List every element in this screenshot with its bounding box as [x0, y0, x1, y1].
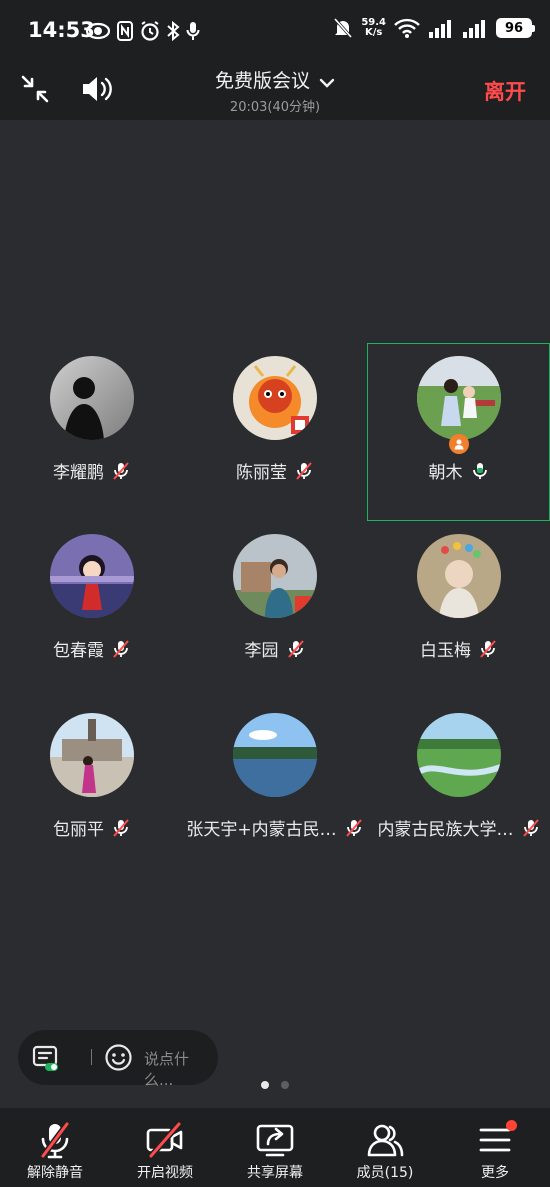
participant-name-row: 内蒙古民族大学…: [367, 815, 550, 840]
participant-name-row: 李耀鹏: [0, 458, 183, 483]
status-right-icons: 59.4 K/s 96: [333, 17, 535, 39]
mic-muted-icon: [113, 639, 129, 658]
emoji-icon[interactable]: [104, 1043, 133, 1072]
notification-dot: [506, 1120, 517, 1131]
mic-muted-icon: [480, 639, 496, 658]
net-speed: 59.4 K/s: [361, 18, 386, 38]
participant-name: 陈丽莹: [236, 463, 287, 483]
mic-muted-icon: [113, 818, 129, 837]
mic-muted-icon: [296, 461, 312, 480]
avatar: [232, 534, 317, 618]
meeting-title-area[interactable]: 免费版会议 20:03(40分钟): [0, 66, 550, 115]
unmute-button[interactable]: 解除静音: [0, 1108, 110, 1187]
more-label: 更多: [481, 1165, 509, 1181]
avatar: [49, 356, 134, 440]
battery-indicator: 96: [496, 18, 535, 38]
participant-name: 张天宇+内蒙古民…: [186, 820, 337, 840]
participant-name: 内蒙古民族大学…: [377, 820, 514, 840]
avatar: [416, 534, 501, 618]
participant-tile-active-speaker[interactable]: 朝木: [367, 343, 550, 521]
participant-name-row: 陈丽莹: [183, 458, 366, 483]
signal-icon: [429, 20, 451, 38]
participant-name-row: 包丽平: [0, 815, 183, 840]
participant-name: 包春霞: [53, 641, 104, 661]
bluetooth-icon: [167, 20, 180, 42]
net-speed-unit: K/s: [364, 27, 383, 38]
person-icon: [454, 439, 463, 450]
mic-status-icon: [186, 22, 200, 40]
participant-name-row: 朝木: [368, 458, 549, 483]
video-off-icon: [146, 1122, 183, 1158]
mic-muted-icon: [522, 818, 539, 837]
participant-name: 朝木: [428, 463, 463, 483]
bell-muted-icon: [334, 18, 353, 38]
participant-tile[interactable]: 李耀鹏: [0, 344, 183, 522]
avatar: [416, 356, 501, 440]
page-dot[interactable]: [281, 1081, 289, 1089]
chat-input-bar[interactable]: 说点什么...: [18, 1030, 218, 1089]
members-button[interactable]: 成员(15): [330, 1108, 440, 1187]
page-indicator: [0, 1081, 550, 1089]
participant-name-row: 白玉梅: [367, 636, 550, 661]
participant-name: 包丽平: [53, 820, 104, 840]
wifi-icon: [394, 18, 420, 38]
status-bar: 14:53 59.4 K/s 96: [0, 0, 550, 62]
meeting-duration: 20:03(40分钟): [229, 100, 321, 115]
mic-muted-icon: [113, 461, 129, 480]
meeting-title[interactable]: 免费版会议: [215, 70, 310, 92]
leave-button[interactable]: 离开: [484, 76, 526, 106]
participant-name-row: 李园: [183, 636, 366, 661]
page-dot-current[interactable]: [261, 1081, 269, 1089]
mic-muted-icon: [40, 1122, 70, 1159]
participant-tile[interactable]: 包春霞: [0, 522, 183, 700]
mic-muted-icon: [345, 818, 362, 837]
share-screen-label: 共享屏幕: [247, 1165, 303, 1181]
unmute-label: 解除静音: [27, 1165, 83, 1181]
members-icon: [367, 1124, 404, 1157]
mic-muted-icon: [287, 639, 304, 658]
start-video-button[interactable]: 开启视频: [110, 1108, 220, 1187]
participant-name: 李耀鹏: [53, 463, 104, 483]
avatar: [232, 356, 317, 440]
participant-tile[interactable]: 陈丽莹: [183, 344, 366, 522]
participant-tile[interactable]: 内蒙古民族大学…: [367, 701, 550, 879]
start-video-label: 开启视频: [137, 1165, 193, 1181]
nfc-icon: [117, 21, 133, 41]
participant-tile[interactable]: 包丽平: [0, 701, 183, 879]
members-label: 成员(15): [356, 1165, 414, 1181]
status-time: 14:53: [28, 18, 95, 42]
host-badge: [448, 434, 469, 454]
alarm-icon: [141, 21, 159, 41]
participant-tile[interactable]: 白玉梅: [367, 522, 550, 700]
more-button[interactable]: 更多: [440, 1108, 550, 1187]
share-screen-button[interactable]: 共享屏幕: [220, 1108, 330, 1187]
avatar: [416, 713, 501, 797]
participant-name: 白玉梅: [420, 641, 471, 661]
participant-name: 李园: [244, 641, 279, 661]
participant-tile[interactable]: 李园: [183, 522, 366, 700]
signal-icon-2: [463, 20, 485, 38]
avatar: [49, 713, 134, 797]
eye-icon: [86, 22, 110, 40]
mic-active-icon: [472, 462, 487, 479]
chat-toggle-icon[interactable]: [32, 1044, 60, 1072]
chat-separator: [91, 1049, 92, 1065]
status-left-icons: [86, 20, 200, 42]
participant-name-row: 包春霞: [0, 636, 183, 661]
participant-name-row: 张天宇+内蒙古民…: [183, 815, 366, 840]
participant-tile[interactable]: 张天宇+内蒙古民…: [183, 701, 366, 879]
avatar: [49, 534, 134, 618]
share-screen-icon: [256, 1124, 294, 1157]
meeting-header: 免费版会议 20:03(40分钟) 离开: [0, 62, 550, 120]
chevron-down-icon[interactable]: [319, 77, 335, 89]
bottom-toolbar: 解除静音 开启视频 共享屏幕 成员(15) 更多: [0, 1108, 550, 1187]
avatar: [232, 713, 317, 797]
